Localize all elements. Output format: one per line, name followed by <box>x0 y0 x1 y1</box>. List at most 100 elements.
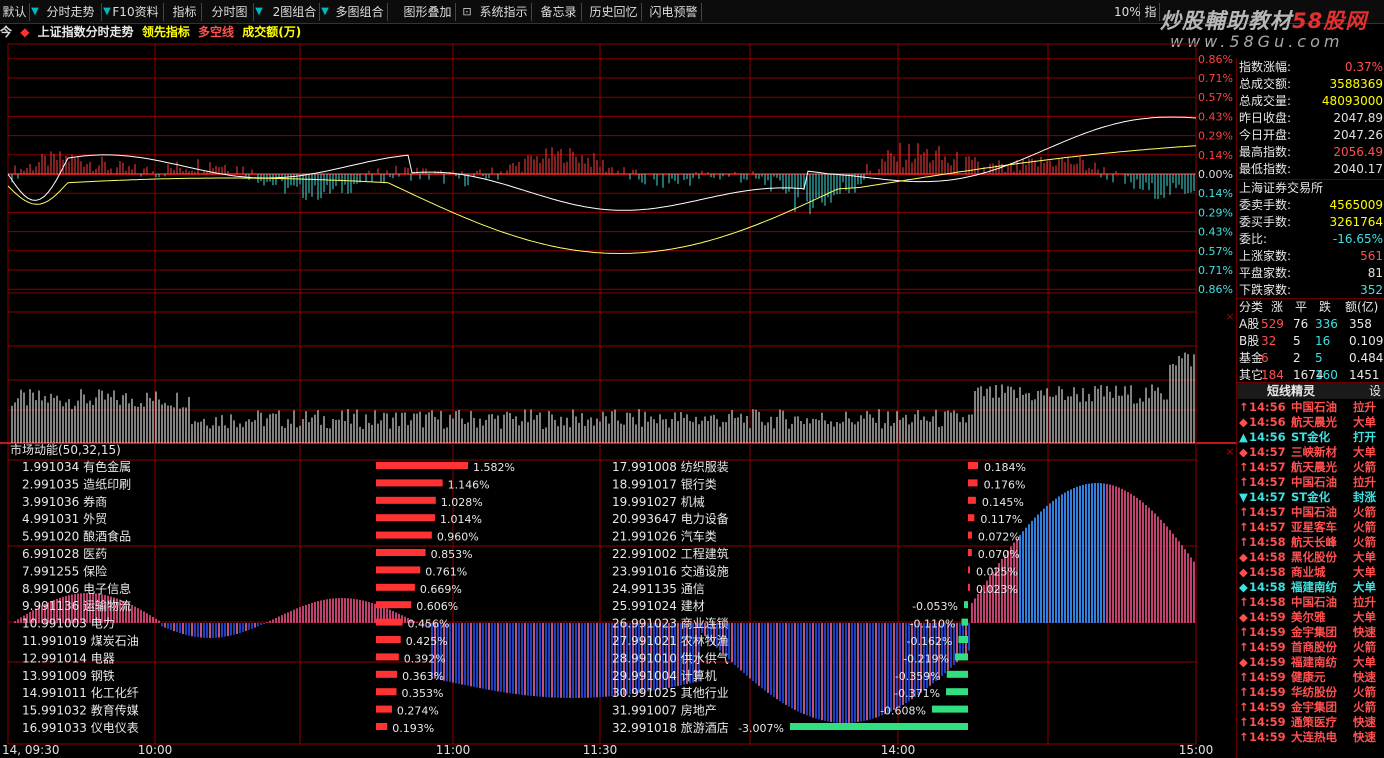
ticker-item[interactable]: ▲ 14:56 ST金化 打开 <box>1237 430 1384 445</box>
ticker-item[interactable]: ↑ 14:57 亚星客车 火箭 <box>1237 520 1384 535</box>
indicator-leading[interactable]: 领先指标 <box>142 25 190 39</box>
momentum-title: 市场动能(50,32,15) <box>10 442 121 457</box>
toolbar-button[interactable]: 指标 <box>168 3 202 21</box>
ticker-settings-button[interactable]: 设 <box>1369 383 1381 400</box>
ticker-item[interactable]: ↑ 14:56 中国石油 拉升 <box>1237 400 1384 415</box>
sector-bar <box>376 636 401 643</box>
toolbar-button[interactable]: 2图组合 <box>270 3 320 21</box>
close-icon[interactable]: ◆ <box>20 25 29 39</box>
toolbar-dropdown-icon[interactable]: ▼ <box>30 3 40 21</box>
sector-label: 2.991035 造纸印刷 <box>22 477 131 491</box>
sector-label: 17.991008 纺织服装 <box>612 460 729 474</box>
sidebar-stat: 昨日收盘: 2047.89 <box>1237 110 1384 127</box>
watermark-title: 炒股輔助教材58股网 <box>1160 9 1368 33</box>
sector-label: 26.991023 商业连锁 <box>612 616 729 631</box>
terminal-window: ▼ 默认 ▼ 分时走势 F10资料 指标 ▼ 分时图 ▼ 2图组合 多图组合 图形叠加 系统指示 备忘录历… <box>0 0 1384 758</box>
sector-label: 30.991025 其他行业 <box>612 686 729 700</box>
sector-bar <box>376 723 388 730</box>
toolbar-button[interactable]: 分时走势 <box>40 3 102 21</box>
sidebar-stat: 委卖手数: 4565009 <box>1237 197 1384 214</box>
sector-bar <box>968 583 970 591</box>
ticker-item[interactable]: ◆ 14:58 商业城 大单 <box>1237 565 1384 580</box>
sidebar-stat: 下跌家数: 352 <box>1237 282 1384 299</box>
toolbar-button[interactable]: 备忘录 <box>536 3 582 21</box>
toolbar-button[interactable]: 指 <box>1142 3 1160 21</box>
ticker-t: 14:58 <box>1249 565 1286 579</box>
table-cell: 16 <box>1315 334 1331 348</box>
table-cell: 336 <box>1315 317 1338 331</box>
stat-label: 上涨家数: <box>1239 249 1292 263</box>
ticker-title: 短线精灵 <box>1267 384 1316 398</box>
ticker-item[interactable]: ▼ 14:57 ST金化 封涨 <box>1237 490 1384 505</box>
stat-value: 4565009 <box>1329 198 1383 212</box>
close-icon: × <box>1225 310 1234 323</box>
ticker-item[interactable]: ↑ 14:57 中国石油 拉升 <box>1237 475 1384 490</box>
sector-bar <box>961 618 968 626</box>
ticker-item[interactable]: ◆ 14:59 福建南纺 大单 <box>1237 655 1384 670</box>
ticker-item[interactable]: ◆ 14:58 黑化股份 大单 <box>1237 550 1384 565</box>
stat-label: 指数涨幅: <box>1239 60 1292 74</box>
ticker-t: 14:56 <box>1249 430 1286 444</box>
ticker-item[interactable]: ↑ 14:59 华纺股份 火箭 <box>1237 685 1384 700</box>
indicator-longshort[interactable]: 多空线 <box>198 25 234 39</box>
stat-value: 352 <box>1360 283 1383 297</box>
sector-bar <box>946 670 968 678</box>
stat-label: 总成交额: <box>1239 77 1292 91</box>
ticker-item[interactable]: ↑ 14:59 首商股份 火箭 <box>1237 640 1384 655</box>
stat-label: 平盘家数: <box>1239 266 1292 280</box>
sector-label: 13.991009 钢铁 <box>22 669 115 683</box>
toolbar-button[interactable]: F10资料 <box>108 3 164 21</box>
ticker-item[interactable]: ↑ 14:57 中国石油 火箭 <box>1237 505 1384 520</box>
toolbar-button[interactable]: 系统指示 <box>476 3 532 21</box>
ticker-item[interactable]: ◆ 14:58 福建南纺 大单 <box>1237 580 1384 595</box>
ticker-item[interactable]: ↑ 14:59 金宇集团 火箭 <box>1237 700 1384 715</box>
ticker-item[interactable]: ◆ 14:56 航天晨光 大单 <box>1237 415 1384 430</box>
ticker-item[interactable]: ↑ 14:59 金宇集团 快速 <box>1237 625 1384 640</box>
chart-area[interactable]: 0.86% 0.71% 0.57% 0.43% 0.29% 0.14% 0.00% 0.14%… <box>0 40 1236 758</box>
price-axis-label: 0.14% <box>1198 187 1233 200</box>
sector-pct: -0.110% <box>910 618 956 631</box>
sector-pct: 0.425% <box>406 635 448 648</box>
lock-icon[interactable]: ⊡ <box>460 4 474 20</box>
table-cell: 358 <box>1349 317 1372 331</box>
sector-pct: 0.761% <box>425 565 467 578</box>
ticker-mark: ↑ <box>1239 730 1249 744</box>
time-label: 11:30 <box>583 743 618 757</box>
toolbar-button[interactable]: 分时图 <box>206 3 254 21</box>
ticker-item[interactable]: ↑ 14:57 航天晨光 火箭 <box>1237 460 1384 475</box>
sector-label: 29.991004 计算机 <box>612 668 717 683</box>
sector-pct: 1.582% <box>473 461 515 474</box>
toolbar-button[interactable]: 10% <box>1114 3 1141 21</box>
stat-value: 81 <box>1367 266 1383 280</box>
ticker-item[interactable]: ◆ 14:57 三峡新材 大单 <box>1237 445 1384 460</box>
indicator-turnover[interactable]: 成交额(万) <box>242 25 301 39</box>
ticker-item[interactable]: ↑ 14:59 通策医疗 快速 <box>1237 715 1384 730</box>
ticker-item[interactable]: ↑ 14:59 大连热电 快速 <box>1237 730 1384 745</box>
sector-label: 8.991006 电子信息 <box>22 581 131 596</box>
exchange-name: 上海证券交易所 <box>1237 179 1384 196</box>
sector-bar <box>376 688 397 696</box>
toolbar-button[interactable]: 图形叠加 <box>400 3 456 21</box>
toolbar-button[interactable]: 闪电预警 <box>646 3 702 21</box>
ticker-act: 快速 <box>1353 670 1376 684</box>
ticker-header[interactable]: 短线精灵 设 <box>1237 382 1384 399</box>
toolbar-button[interactable]: 历史回忆 <box>586 3 642 21</box>
table-header-cell: 平 <box>1295 300 1308 314</box>
ticker-t: 14:57 <box>1249 505 1286 519</box>
table-cell: 基金 <box>1239 351 1264 365</box>
toolbar-dropdown-icon[interactable]: ▼ <box>254 3 264 21</box>
sector-label: 16.991033 仪电仪表 <box>22 721 139 735</box>
ticker-item[interactable]: ↑ 14:58 航天长峰 火箭 <box>1237 535 1384 550</box>
sector-pct: -3.007% <box>738 722 784 735</box>
ticker-item[interactable]: ↑ 14:59 健康元 快速 <box>1237 670 1384 685</box>
toolbar-button[interactable]: 默认 <box>0 3 30 21</box>
stat-label: 最高指数: <box>1239 145 1292 159</box>
sector-bar <box>964 601 968 609</box>
ticker-item[interactable]: ↑ 14:58 中国石油 拉升 <box>1237 595 1384 610</box>
toolbar-button[interactable]: 多图组合 <box>332 3 388 21</box>
sector-pct: 0.606% <box>416 600 458 613</box>
ticker-item[interactable]: ◆ 14:59 美尔雅 大单 <box>1237 610 1384 625</box>
table-header-cell: 额(亿) <box>1345 300 1379 314</box>
sector-pct: 0.176% <box>984 478 1026 491</box>
toolbar-dropdown-icon[interactable]: ▼ <box>320 3 330 21</box>
